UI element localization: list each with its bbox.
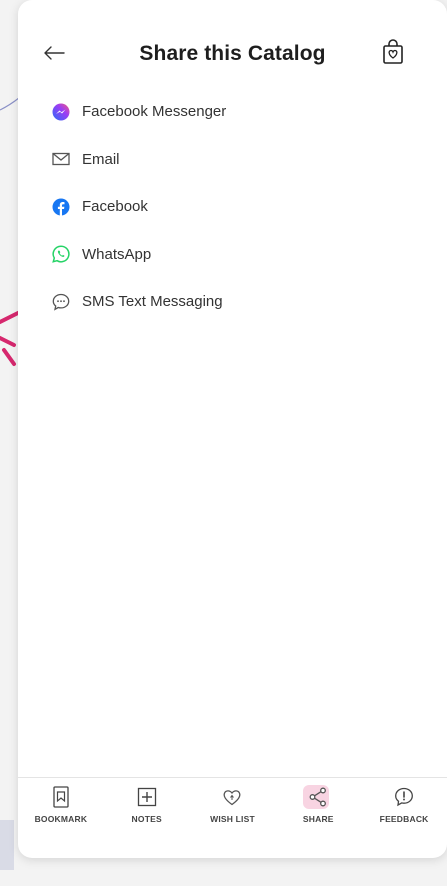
- share-option-label: Email: [82, 150, 120, 168]
- bookmark-icon: [50, 786, 72, 808]
- tab-label: NOTES: [131, 814, 162, 824]
- share-option-label: WhatsApp: [82, 245, 152, 263]
- whatsapp-icon: [52, 245, 70, 264]
- side-tab-peek: [0, 820, 14, 870]
- messenger-icon: [52, 103, 70, 121]
- tab-label: FEEDBACK: [379, 814, 429, 824]
- tab-label: WISH LIST: [210, 814, 255, 824]
- share-options-list: Facebook Messenger Email Facebook WhatsA…: [18, 88, 447, 326]
- facebook-icon: [52, 198, 70, 216]
- shopping-bag-button[interactable]: [380, 38, 406, 66]
- tab-wish-list[interactable]: WISH LIST: [190, 778, 276, 843]
- shopping-bag-heart-icon: [383, 39, 403, 64]
- tab-label: BOOKMARK: [34, 814, 88, 824]
- envelope-icon: [52, 150, 70, 168]
- feedback-exclamation-icon: [393, 786, 415, 808]
- tab-label: SHARE: [302, 814, 334, 824]
- share-option-sms[interactable]: SMS Text Messaging: [18, 278, 447, 326]
- sms-bubble-icon: [52, 293, 70, 311]
- share-option-label: Facebook: [82, 198, 148, 216]
- share-icon: [303, 785, 330, 809]
- tab-feedback[interactable]: FEEDBACK: [361, 778, 447, 843]
- heart-icon: [221, 786, 243, 808]
- share-option-facebook-messenger[interactable]: Facebook Messenger: [18, 88, 447, 136]
- phone-screen: Share this Catalog Facebook Messenger Em…: [18, 0, 447, 858]
- share-option-facebook[interactable]: Facebook: [18, 183, 447, 231]
- bottom-tab-bar: BOOKMARK NOTES WISH LIST SHARE FEEDBACK: [18, 777, 447, 843]
- notes-plus-icon: [136, 786, 158, 808]
- share-option-email[interactable]: Email: [18, 136, 447, 184]
- tab-bookmark[interactable]: BOOKMARK: [18, 778, 104, 843]
- share-option-whatsapp[interactable]: WhatsApp: [18, 231, 447, 279]
- header: Share this Catalog: [18, 0, 447, 88]
- share-option-label: Facebook Messenger: [82, 103, 227, 121]
- tab-notes[interactable]: NOTES: [104, 778, 190, 843]
- tab-share[interactable]: SHARE: [275, 778, 361, 843]
- share-option-label: SMS Text Messaging: [82, 293, 223, 311]
